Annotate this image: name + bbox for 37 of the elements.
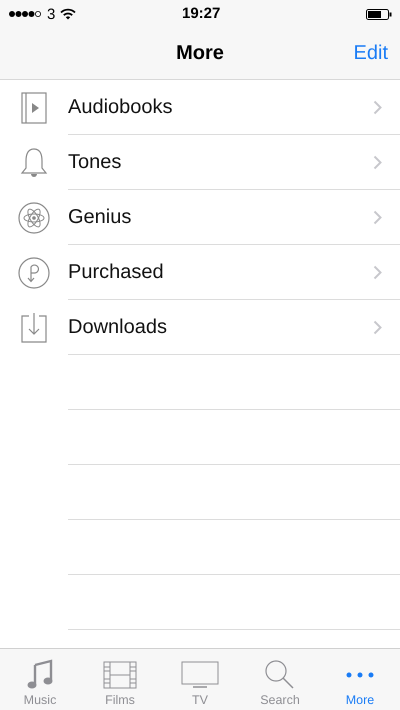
tab[interactable]: TV — [160, 649, 240, 710]
atom-icon — [18, 202, 50, 234]
wifi-icon — [60, 8, 76, 20]
tab[interactable]: Music — [0, 649, 80, 710]
chevron-icon — [373, 100, 382, 114]
screen-title: More — [176, 42, 224, 65]
tab[interactable]: Films — [80, 649, 160, 710]
item-label: Downloads — [68, 316, 167, 338]
book-icon — [21, 92, 47, 124]
list-item[interactable]: Downloads — [0, 300, 400, 355]
item-label: Tones — [68, 150, 122, 174]
more-icon — [345, 672, 375, 678]
edit-button[interactable]: Edit — [352, 40, 390, 67]
search-icon — [264, 659, 296, 689]
chevron-icon — [373, 264, 382, 280]
item-label: Purchased — [68, 260, 164, 284]
signal-icon — [8, 10, 42, 18]
item-label: Audiobooks — [68, 96, 173, 118]
chevron-icon — [373, 320, 382, 334]
battery-icon — [366, 8, 392, 20]
chevron-icon — [373, 154, 382, 170]
item-label: Genius — [68, 206, 132, 228]
film-icon — [103, 661, 137, 689]
list-item[interactable]: Genius — [0, 190, 400, 245]
purchase-icon — [18, 256, 50, 288]
chevron-icon — [373, 210, 382, 224]
download-icon — [20, 312, 48, 344]
tab[interactable]: Search — [240, 649, 320, 710]
bell-icon — [19, 146, 49, 178]
carrier-name: 3 — [47, 6, 56, 22]
music-note-icon — [26, 659, 54, 689]
tv-icon — [181, 661, 219, 689]
list-item[interactable]: Tones — [0, 135, 400, 190]
list-item[interactable]: Audiobooks — [0, 80, 400, 135]
status-time: 19:27 — [182, 5, 220, 22]
tab[interactable]: More — [320, 649, 400, 710]
list-item[interactable]: Purchased — [0, 245, 400, 300]
